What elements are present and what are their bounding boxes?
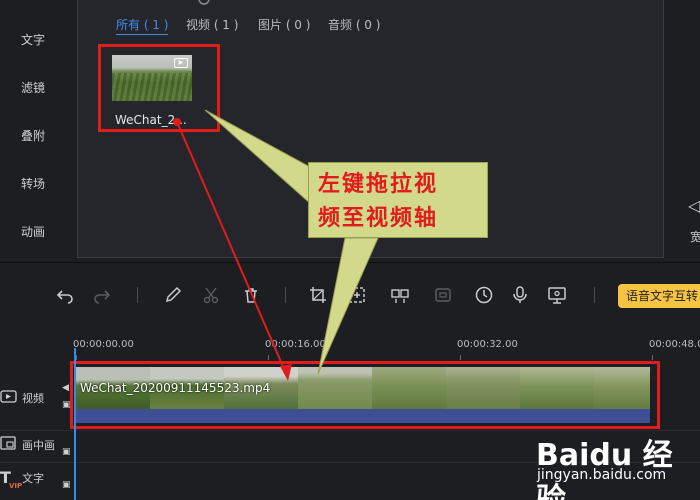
side-menu: 文字 滤镜 叠附 转场 动画	[0, 0, 66, 258]
right-panel-label: 宽	[690, 230, 700, 244]
ruler-tick	[268, 355, 269, 360]
ruler-tick	[76, 355, 77, 360]
screen-record-icon[interactable]	[545, 283, 569, 307]
playhead[interactable]	[74, 348, 76, 500]
scissors-icon[interactable]	[199, 283, 223, 307]
mosaic-icon[interactable]	[388, 283, 412, 307]
mic-icon[interactable]	[508, 283, 532, 307]
filter-tab-audio[interactable]: 音频 ( 0 )	[328, 16, 380, 33]
filter-tab-all[interactable]: 所有 ( 1 )	[116, 16, 169, 35]
collapse-arrow-icon[interactable]: ◁	[688, 196, 700, 215]
side-menu-text[interactable]: 文字	[0, 31, 66, 48]
instruction-line-1: 左键拖拉视	[318, 172, 439, 197]
video-badge-icon: ▶	[174, 58, 188, 68]
ruler-tick	[460, 355, 461, 360]
highlight-box-clip	[70, 361, 660, 429]
side-menu-animation[interactable]: 动画	[0, 223, 66, 240]
instruction-line-2: 频至视频轴	[318, 206, 439, 231]
freeze-frame-icon[interactable]	[431, 283, 455, 307]
crop-icon[interactable]	[306, 283, 330, 307]
track-lock-icon[interactable]: ▣	[62, 480, 71, 490]
track-lock-icon[interactable]: ▣	[62, 447, 71, 457]
right-panel	[666, 0, 700, 258]
filter-tab-video[interactable]: 视频 ( 1 )	[186, 16, 238, 33]
baidu-jingyan-watermark: Baidu 经验	[536, 438, 673, 500]
speech-text-convert-button[interactable]: 语音文字互转	[618, 284, 700, 308]
undo-icon[interactable]	[53, 283, 77, 307]
track-label-pip: 画中画	[22, 439, 55, 452]
track-label-text: 文字	[22, 472, 44, 485]
side-menu-filter[interactable]: 滤镜	[0, 79, 66, 96]
pencil-icon[interactable]	[161, 283, 185, 307]
zoom-frame-icon[interactable]	[345, 283, 369, 307]
ruler-tick	[652, 355, 653, 360]
vip-badge: VIP	[9, 482, 23, 490]
redo-icon[interactable]	[90, 283, 114, 307]
toolbar-separator	[594, 287, 595, 303]
toolbar-separator	[137, 287, 138, 303]
instruction-callout-text: 左键拖拉视 频至视频轴	[318, 168, 488, 236]
watermark-url: jingyan.baidu.com	[537, 467, 667, 483]
ruler-tick-label: 00:00:48.0	[649, 339, 700, 350]
side-menu-transition[interactable]: 转场	[0, 175, 66, 192]
side-menu-overlay[interactable]: 叠附	[0, 127, 66, 144]
pip-track-icon	[0, 436, 16, 450]
ruler-tick-label: 00:00:00.00	[73, 339, 134, 350]
ruler-tick-label: 00:00:32.00	[457, 339, 518, 350]
speed-icon[interactable]	[472, 283, 496, 307]
track-label-video: 视频	[22, 392, 44, 405]
ruler-tick-label: 00:00:16.00	[265, 339, 326, 350]
video-editor: 文字 滤镜 叠附 转场 动画 所有 ( 1 ) 视频 ( 1 ) 图片 ( 0 …	[0, 0, 700, 500]
delete-icon[interactable]	[239, 283, 263, 307]
filter-tab-image[interactable]: 图片 ( 0 )	[258, 16, 310, 33]
video-track-icon	[0, 390, 17, 403]
media-item-video[interactable]: ▶ WeChat_2...	[98, 44, 220, 132]
media-thumbnail: ▶	[112, 55, 192, 101]
media-item-name: WeChat_2...	[115, 113, 187, 127]
panel-top-icons	[198, 0, 210, 5]
toolbar-separator	[285, 287, 286, 303]
